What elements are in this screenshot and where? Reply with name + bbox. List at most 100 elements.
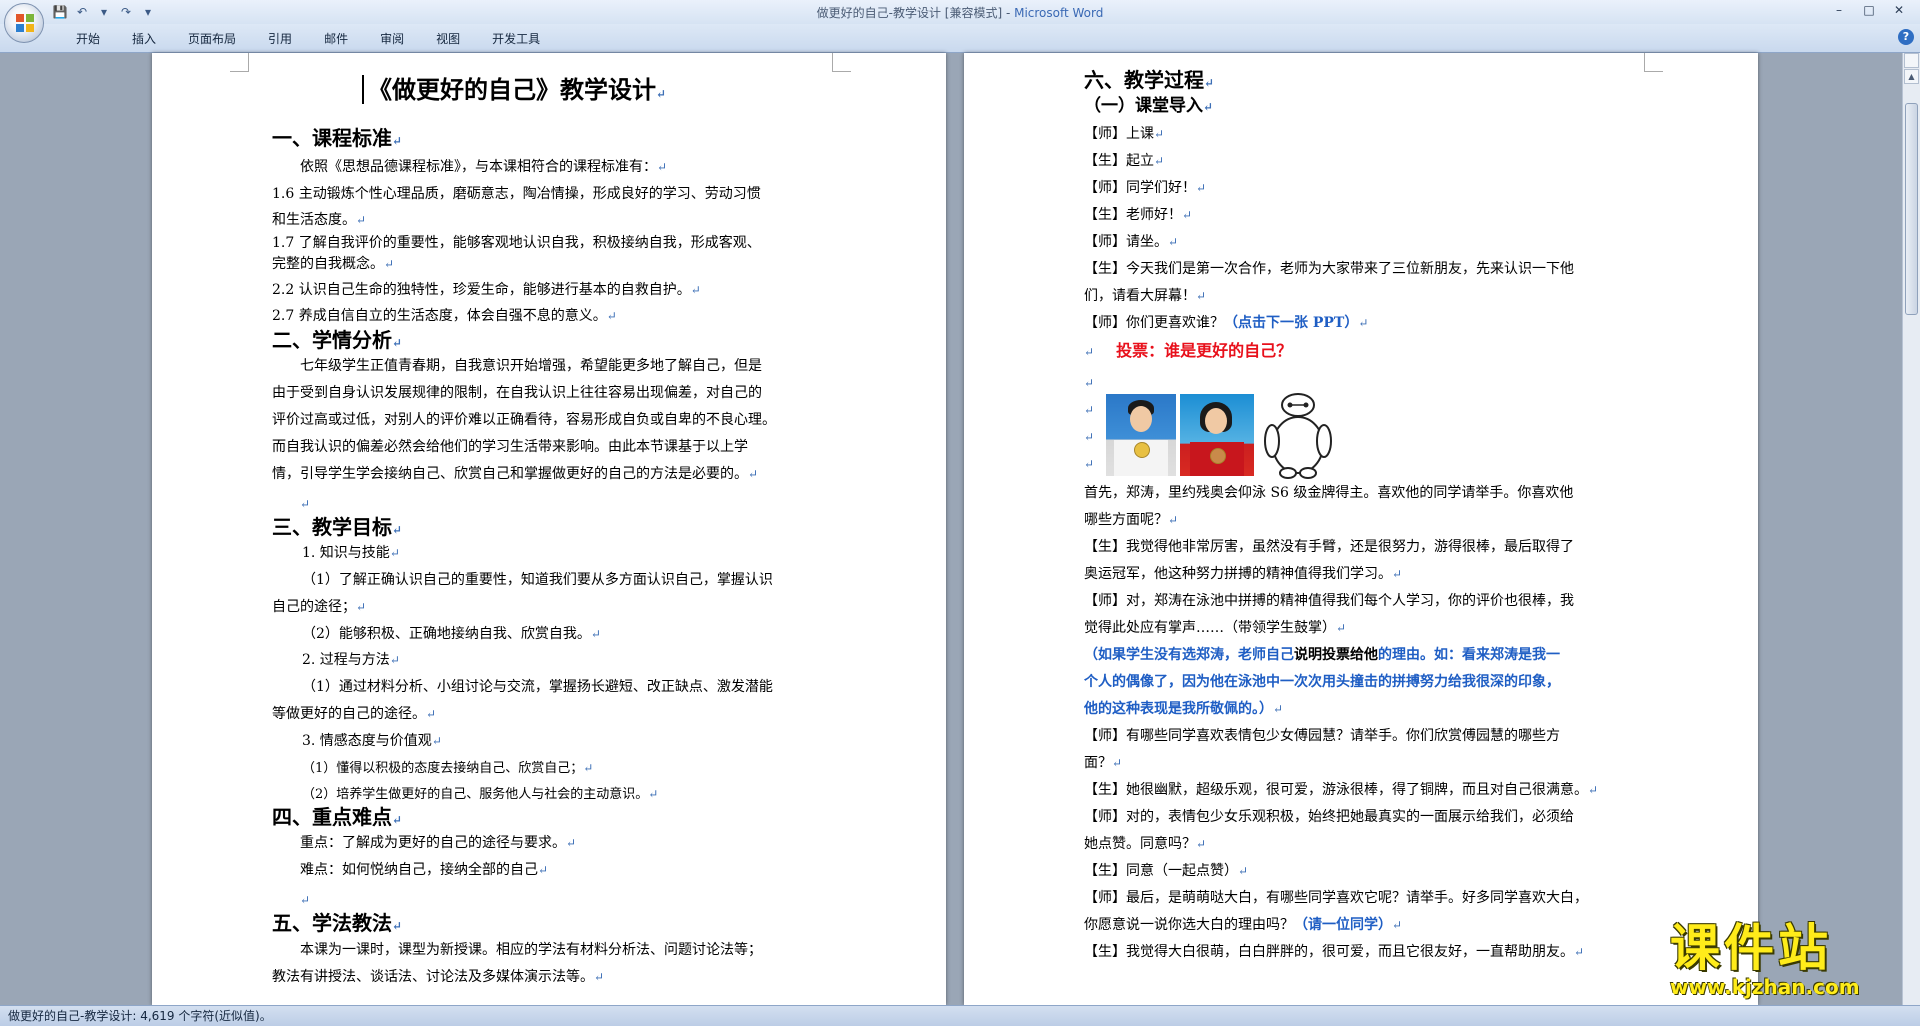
watermark-url: www.kjzhan.com (1670, 975, 1860, 999)
paragraph: 自己的途径；↵ (272, 599, 367, 615)
ribbon-tab-bar: 开始 插入 页面布局 引用 邮件 审阅 视图 开发工具 ? (0, 24, 1920, 53)
tab-references[interactable]: 引用 (252, 30, 308, 48)
empty-paragraph: ↵ (1084, 376, 1095, 390)
office-logo-icon (16, 14, 34, 32)
dialogue-line: 【师】最后，是萌萌哒大白，有哪些同学喜欢它呢？请举手。好多同学喜欢大白， (1084, 890, 1588, 906)
ruler-toggle-icon[interactable] (1904, 53, 1919, 68)
dialogue-line: 【生】今天我们是第一次合作，老师为大家带来了三位新朋友，先来认识一下他 (1084, 261, 1574, 277)
heading-4: 四、重点难点↵ (272, 805, 403, 829)
subsection-heading: （一）课堂导入↵ (1084, 96, 1214, 116)
athlete-photo-2[interactable] (1180, 394, 1254, 476)
paragraph: 而自我认识的偏差必然会给他们的学习生活带来影响。由此本节课基于以上学 (272, 439, 748, 455)
paragraph: 2. 过程与方法↵ (302, 652, 400, 668)
dialogue-line: 【生】我觉得他非常厉害，虽然没有手臂，还是很努力，游得很棒，最后取得了 (1084, 539, 1574, 555)
empty-paragraph: ↵ (1084, 457, 1095, 471)
paragraph: 完整的自我概念。↵ (272, 256, 395, 272)
paragraph: 2.2 认识自己生命的独特性，珍爱生命，能够进行基本的自救自护。↵ (272, 282, 701, 298)
dialogue-line: 【师】你们更喜欢谁？（点击下一张 PPT）↵ (1084, 315, 1369, 331)
document-title-heading: 《做更好的自己》教学设计↵ (362, 75, 666, 109)
paragraph: 首先，郑涛，里约残奥会仰泳 S6 级金牌得主。喜欢他的同学请举手。你喜欢他 (1084, 485, 1574, 501)
help-icon[interactable]: ? (1898, 29, 1914, 45)
photo-detail (1130, 406, 1152, 432)
paragraph: 1.7 了解自我评价的重要性，能够客观地认识自我，积极接纳自我，形成客观、 (272, 235, 761, 251)
dialogue-line: 【生】她很幽默，超级乐观，很可爱，游泳很棒，得了铜牌，而且对自己很满意。↵ (1084, 782, 1599, 798)
dialogue-line: 【师】上课↵ (1084, 126, 1165, 142)
tab-page-layout[interactable]: 页面布局 (172, 30, 252, 48)
paragraph: 本课为一课时，课型为新授课。相应的学法有材料分析法、问题讨论法等； (300, 942, 762, 958)
tab-home[interactable]: 开始 (60, 30, 116, 48)
vote-line: ↵ 投票：谁是更好的自己？ (1084, 341, 1293, 360)
teacher-note: 他的这种表现是我所敬佩的。）↵ (1084, 701, 1284, 717)
empty-paragraph: ↵ (1084, 430, 1095, 444)
office-button[interactable] (4, 3, 44, 43)
paragraph: 3. 情感态度与价值观↵ (302, 733, 442, 749)
watermark-text: 课件站 (1670, 919, 1832, 977)
paragraph: （1）通过材料分析、小组讨论与交流，掌握扬长避短、改正缺点、激发潜能 (302, 679, 773, 695)
dialogue-line: 你愿意说一说你选大白的理由吗？（请一位同学）↵ (1084, 917, 1403, 933)
close-button[interactable]: ✕ (1884, 0, 1914, 20)
paragraph: 由于受到自身认识发展规律的限制，在自我认识上往往容易出现偏差，对自己的 (272, 385, 762, 401)
app-name: Microsoft Word (1014, 6, 1104, 20)
paragraph: 1.6 主动锻炼个性心理品质，磨砺意志，陶冶情操，形成良好的学习、劳动习惯 (272, 186, 761, 202)
status-text: 做更好的自己-教学设计: 4,619 个字符(近似值)。 (8, 1009, 272, 1023)
medal-icon (1134, 442, 1150, 458)
empty-paragraph: ↵ (300, 893, 311, 907)
paragraph: 1. 知识与技能↵ (302, 545, 400, 561)
paragraph: 哪些方面呢？↵ (1084, 512, 1179, 528)
tab-mailings[interactable]: 邮件 (308, 30, 364, 48)
tab-developer[interactable]: 开发工具 (476, 30, 556, 48)
page-right[interactable]: 六、教学过程↵ （一）课堂导入↵ 【师】上课↵ 【生】起立↵ 【师】同学们好！↵… (964, 53, 1758, 1005)
empty-paragraph: ↵ (1084, 403, 1095, 417)
tab-review[interactable]: 审阅 (364, 30, 420, 48)
tab-view[interactable]: 视图 (420, 30, 476, 48)
document-workspace: 《做更好的自己》教学设计↵ 一、课程标准↵ 依照《思想品德课程标准》，与本课相符… (0, 53, 1903, 1005)
paragraph: 难点：如何悦纳自己，接纳全部的自己↵ (300, 862, 549, 878)
paragraph: 评价过高或过低，对别人的评价难以正确看待，容易形成自负或自卑的不良心理。 (272, 412, 776, 428)
empty-paragraph: ↵ (300, 497, 311, 511)
document-title: 做更好的自己-教学设计 [兼容模式] - (816, 6, 1015, 20)
page-left[interactable]: 《做更好的自己》教学设计↵ 一、课程标准↵ 依照《思想品德课程标准》，与本课相符… (152, 53, 946, 1005)
title-bar: 💾 ↶ ▾ ↷ ▾ 做更好的自己-教学设计 [兼容模式] - Microsoft… (0, 0, 1920, 24)
vertical-scrollbar[interactable]: ▲ (1902, 53, 1920, 1005)
scrollbar-thumb[interactable] (1905, 103, 1918, 315)
paragraph: 等做更好的自己的途径。↵ (272, 706, 437, 722)
teacher-note: （如果学生没有选郑涛，老师自己说明投票给他的理由。如：看来郑涛是我一 (1084, 647, 1560, 663)
baymax-image[interactable] (1262, 391, 1334, 479)
paragraph: （1）懂得以积极的态度去接纳自己、欣赏自己；↵ (302, 761, 594, 776)
maximize-button[interactable]: □ (1854, 0, 1884, 20)
dialogue-line: 奥运冠军，他这种努力拼搏的精神值得我们学习。↵ (1084, 566, 1403, 582)
photo-detail (1205, 408, 1227, 434)
medal-icon (1210, 448, 1226, 464)
dialogue-line: 【师】请坐。↵ (1084, 234, 1179, 250)
dialogue-line: 【师】同学们好！↵ (1084, 180, 1207, 196)
dialogue-line: 觉得此处应有掌声……（带领学生鼓掌）↵ (1084, 620, 1347, 636)
dialogue-line: 【师】对的，表情包少女乐观积极，始终把她最真实的一面展示给我们，必须给 (1084, 809, 1574, 825)
teacher-note: 个人的偶像了，因为他在泳池中一次次用头撞击的拼搏努力给我很深的印象， (1084, 674, 1560, 690)
section-heading: 六、教学过程↵ (1084, 68, 1215, 92)
paragraph: （2）培养学生做更好的自己、服务他人与社会的主动意识。↵ (302, 787, 659, 802)
heading-2: 二、学情分析↵ (272, 328, 403, 352)
paragraph: 七年级学生正值青春期，自我意识开始增强，希望能更多地了解自己，但是 (300, 358, 762, 374)
minimize-button[interactable]: – (1824, 0, 1854, 20)
paragraph: 和生活态度。↵ (272, 212, 367, 228)
paragraph: （2）能够积极、正确地接纳自我、欣赏自我。↵ (302, 626, 601, 642)
paragraph: 2.7 养成自信自立的生活态度，体会自强不息的意义。↵ (272, 308, 617, 324)
window-controls: – □ ✕ (1824, 0, 1914, 20)
tab-insert[interactable]: 插入 (116, 30, 172, 48)
dialogue-line: 【师】对，郑涛在泳池中拼搏的精神值得我们每个人学习，你的评价也很棒，我 (1084, 593, 1574, 609)
dialogue-line: 她点赞。同意吗？↵ (1084, 836, 1207, 852)
dialogue-line: 【师】有哪些同学喜欢表情包少女傅园慧？请举手。你们欣赏傅园慧的哪些方 (1084, 728, 1560, 744)
heading-3: 三、教学目标↵ (272, 515, 403, 539)
dialogue-line: 【生】同意（一起点赞）↵ (1084, 863, 1249, 879)
window-title: 做更好的自己-教学设计 [兼容模式] - Microsoft Word (0, 4, 1920, 21)
paragraph: 情，引导学生学会接纳自己、欣赏自己和掌握做更好的自己的方法是必要的。↵ (272, 466, 759, 482)
dialogue-line: 们，请看大屏幕！↵ (1084, 288, 1207, 304)
status-bar: 做更好的自己-教学设计: 4,619 个字符(近似值)。 (0, 1005, 1920, 1026)
paragraph: （1）了解正确认识自己的重要性，知道我们要从多方面认识自己，掌握认识 (302, 572, 773, 588)
heading-1: 一、课程标准↵ (272, 126, 403, 150)
scroll-up-icon[interactable]: ▲ (1904, 69, 1919, 84)
dialogue-line: 【生】起立↵ (1084, 153, 1165, 169)
paragraph: 依照《思想品德课程标准》，与本课相符合的课程标准有：↵ (300, 159, 668, 175)
athlete-photo-1[interactable] (1106, 394, 1176, 476)
dialogue-line: 【生】我觉得大白很萌，白白胖胖的，很可爱，而且它很友好，一直帮助朋友。↵ (1084, 944, 1585, 960)
